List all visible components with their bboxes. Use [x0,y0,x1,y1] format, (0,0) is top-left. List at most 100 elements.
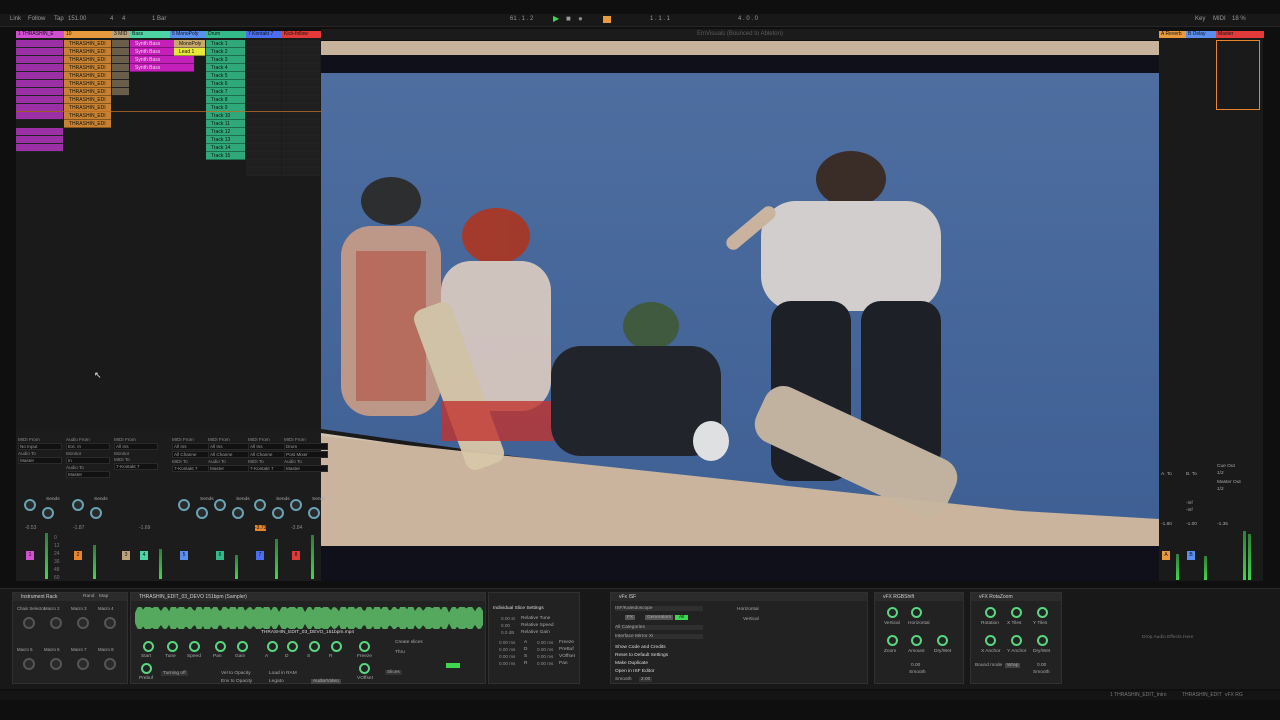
clip[interactable]: Track 10 [206,112,245,120]
rot-knob[interactable] [1037,635,1048,646]
time-sig-den[interactable]: 4 [122,16,125,22]
empty-slot[interactable] [246,144,281,152]
isf-menu-item[interactable]: Reset to Default Settings [615,653,668,658]
empty-slot[interactable] [246,40,281,48]
isf-shader-dropdown[interactable]: Interface Mirror Xi [615,634,703,639]
send-a-knob[interactable] [290,499,302,511]
clip[interactable]: Track 12 [206,128,245,136]
clip-slot[interactable] [112,88,129,96]
track-volume[interactable]: -1.69 [139,525,150,531]
track-header[interactable]: Kick-follow [282,31,321,38]
empty-slot[interactable] [282,160,320,168]
track-activator[interactable]: 1 [26,551,34,560]
sampler-knob[interactable] [143,641,154,652]
rgb-knob[interactable] [887,635,898,646]
record-icon[interactable]: ● [578,14,583,23]
macro-knob[interactable] [77,617,89,629]
rgb-knob[interactable] [937,635,948,646]
sampler-knob[interactable] [331,641,342,652]
isf-category-dropdown[interactable]: All Categories [615,625,703,630]
io-dropdown[interactable]: Ext. In [66,443,110,450]
master-header[interactable]: Master [1216,31,1264,38]
loop-start[interactable]: 1 . 1 . 1 [650,16,670,22]
clip-slot[interactable] [16,136,63,144]
send-a-knob[interactable] [72,499,84,511]
rack-map-button[interactable]: Map [99,594,108,599]
empty-slot[interactable] [246,120,281,128]
empty-slot[interactable] [282,128,320,136]
rot-knob[interactable] [1037,607,1048,618]
clip[interactable]: THRASHIN_EDI [64,72,111,80]
isf-title[interactable]: vFx ISF [611,593,867,601]
send-a-knob[interactable] [24,499,36,511]
clip[interactable]: THRASHIN_EDI [64,112,111,120]
clip[interactable]: Track 3 [206,56,245,64]
load-ram-toggle[interactable]: Load in RAM [269,671,297,676]
track-activator[interactable]: 6 [216,551,224,560]
send-a-knob[interactable] [214,499,226,511]
sampler-knob[interactable] [267,641,278,652]
bound-mode-menu[interactable]: Wrap [1005,663,1021,668]
rotazoom-title[interactable]: vFX RotaZoom [971,593,1061,601]
clip-slot[interactable] [16,144,63,152]
adsr-value[interactable]: 0.00 ms [499,654,515,659]
empty-slot[interactable] [246,88,281,96]
isf-menu-item[interactable]: Open in ISF Editor [615,669,654,674]
slices-menu[interactable]: Slices [385,670,402,675]
empty-slot[interactable] [282,72,320,80]
clip-slot[interactable] [16,96,63,104]
clip-slot[interactable] [16,128,63,136]
rgbshift-title[interactable]: vFX RGBShift [875,593,963,601]
empty-slot[interactable] [246,48,281,56]
clip[interactable]: THRASHIN_EDI [64,96,111,104]
clip-slot[interactable] [16,64,63,72]
empty-slot[interactable] [246,160,281,168]
isf-tab-fx[interactable]: FX [625,615,636,620]
io-dropdown[interactable]: Master [208,465,252,472]
master-scene-list[interactable] [1216,40,1260,110]
clip-slot[interactable] [112,48,129,56]
isf-preset-dropdown[interactable]: ISF/Kaleidoscope [615,606,703,611]
clip[interactable]: Track 13 [206,136,245,144]
clip[interactable]: THRASHIN_EDI [64,64,111,72]
empty-slot[interactable] [246,96,281,104]
empty-slot[interactable] [282,168,320,176]
sampler-knob[interactable] [141,663,152,674]
clip[interactable]: THRASHIN_EDI [64,88,111,96]
return-b-activator[interactable]: B [1187,551,1195,560]
clip[interactable]: Synth Bass [130,64,194,72]
clip[interactable]: Track 11 [206,120,245,128]
tap-button[interactable]: Tap [54,16,64,22]
sampler-knob[interactable] [237,641,248,652]
clip-slot[interactable] [112,56,129,64]
send-b-knob[interactable] [272,507,284,519]
empty-slot[interactable] [246,168,281,176]
adsr-value[interactable]: 0.00 ms [499,640,515,645]
empty-slot[interactable] [246,56,281,64]
send-a-knob[interactable] [178,499,190,511]
track-header[interactable]: 10 [64,31,112,38]
macro-knob[interactable] [104,658,116,670]
io-dropdown[interactable]: Master [284,465,328,472]
empty-slot[interactable] [282,56,320,64]
empty-slot[interactable] [246,72,281,80]
track-header[interactable]: 3 MID [112,31,130,38]
track-activator[interactable]: 4 [140,551,148,560]
follow-button[interactable]: Follow [28,16,45,22]
slice-value[interactable]: 0.00 [501,623,510,628]
quantize-menu[interactable]: 1 Bar [152,16,166,22]
send-b-knob[interactable] [308,507,320,519]
send-a-knob[interactable] [254,499,266,511]
link-button[interactable]: Link [10,16,21,22]
isf-menu-item[interactable]: Make Duplicate [615,661,648,666]
clip[interactable]: Track 5 [206,72,245,80]
rgb-knob[interactable] [911,607,922,618]
io-dropdown[interactable]: All Channe [208,451,252,458]
rot-knob[interactable] [1011,607,1022,618]
io-dropdown[interactable]: Drum [284,443,328,450]
empty-slot[interactable] [282,48,320,56]
position-display[interactable]: 61 . 1 . 2 [510,16,533,22]
track-volume[interactable]: -3.73 [255,525,267,531]
clip-slot[interactable] [16,56,63,64]
midi-map-button[interactable]: MIDI [1213,16,1226,22]
